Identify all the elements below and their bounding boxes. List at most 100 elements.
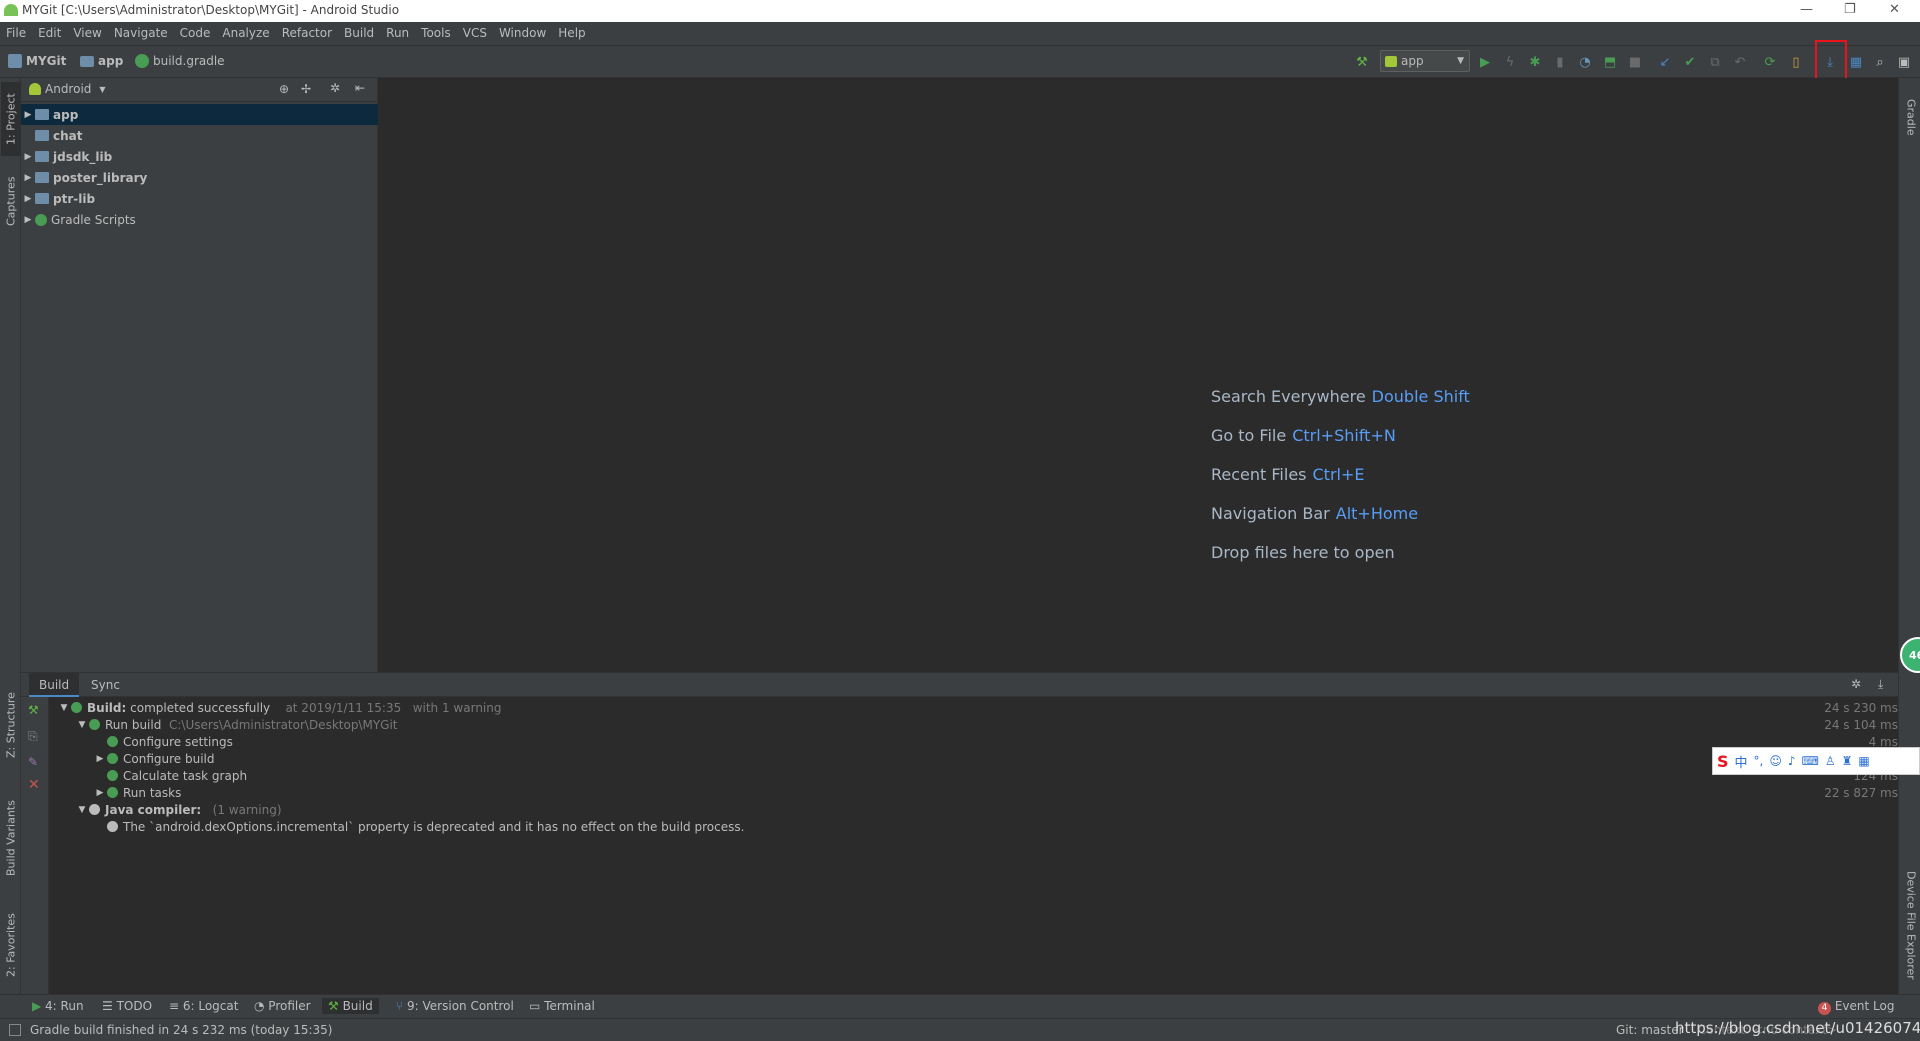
minimize-button[interactable]: — xyxy=(1800,2,1813,17)
breadcrumb-project[interactable]: MYGit xyxy=(8,54,66,68)
hide-panel-icon[interactable]: ⇤ xyxy=(355,81,365,95)
profile-icon[interactable]: ◔ xyxy=(1575,52,1595,72)
pin-icon[interactable]: ✎ xyxy=(28,755,38,769)
settings-gear-icon[interactable]: ✲ xyxy=(330,81,340,95)
tab-captures[interactable]: Captures xyxy=(1,166,21,236)
vcs-compare-icon[interactable]: ⧉ xyxy=(1705,52,1725,72)
menu-tools[interactable]: Tools xyxy=(415,22,457,40)
sync-gradle-icon[interactable]: ⟳ xyxy=(1760,52,1780,72)
expand-arrow-icon[interactable]: ▶ xyxy=(21,110,35,120)
tab-favorites[interactable]: 2: Favorites xyxy=(1,900,21,990)
run-icon[interactable]: ▶ xyxy=(1475,52,1495,72)
breadcrumb-file[interactable]: build.gradle xyxy=(135,54,225,68)
build-row-run-build[interactable]: ▼ Run build C:\Users\Administrator\Deskto… xyxy=(75,716,398,733)
keyboard-icon[interactable]: ⌨ xyxy=(1802,754,1819,768)
settings-gear-icon[interactable]: ✲ xyxy=(1851,677,1861,691)
search-icon[interactable]: ⌕ xyxy=(1870,52,1890,72)
view-selector[interactable]: Android ▼ xyxy=(29,82,106,96)
menu-vcs[interactable]: VCS xyxy=(457,22,493,40)
stop-icon[interactable]: ■ xyxy=(1625,52,1645,72)
build-row-summary[interactable]: ▼ Build: completed successfully at 2019/1… xyxy=(57,699,502,716)
skin-shirt-icon[interactable]: ♜ xyxy=(1842,754,1853,768)
tab-profiler[interactable]: ◔ Profiler xyxy=(248,998,317,1014)
tree-item-poster-library[interactable]: ▶ poster_library xyxy=(21,167,378,188)
tab-gradle[interactable]: Gradle xyxy=(1901,84,1920,150)
build-row-run-tasks[interactable]: ▶ Run tasks xyxy=(93,784,182,801)
toggle-view-icon[interactable]: ⎘ xyxy=(28,729,38,744)
toggle-tool-windows-icon[interactable] xyxy=(9,1024,21,1036)
tab-run[interactable]: ▶ 4: Run xyxy=(26,998,90,1014)
menu-build[interactable]: Build xyxy=(338,22,380,40)
git-branch-widget[interactable]: Git: master xyxy=(1616,1023,1684,1037)
build-row-warning-message[interactable]: The `android.dexOptions.incremental` pro… xyxy=(107,818,744,835)
tab-sync[interactable]: Sync xyxy=(81,673,130,697)
menu-code[interactable]: Code xyxy=(174,22,217,40)
user-account-icon[interactable]: ♙ xyxy=(1825,754,1836,768)
tab-version-control[interactable]: ⑂ 9: Version Control xyxy=(390,998,520,1014)
tab-structure[interactable]: Z: Structure xyxy=(1,684,21,766)
tab-logcat[interactable]: ≡ 6: Logcat xyxy=(163,998,244,1014)
emoji-icon[interactable]: ☺ xyxy=(1769,754,1782,768)
tree-item-chat[interactable]: chat xyxy=(21,125,378,146)
collapse-arrow-icon[interactable]: ▼ xyxy=(75,720,89,730)
collapse-arrow-icon[interactable]: ▼ xyxy=(57,703,71,713)
layout-inspector-icon[interactable]: ▦ xyxy=(1846,52,1866,72)
hide-panel-icon[interactable]: ⤓ xyxy=(1878,677,1883,692)
expand-arrow-icon[interactable]: ▶ xyxy=(21,215,35,225)
build-row-java-compiler[interactable]: ▼ Java compiler: (1 warning) xyxy=(75,801,282,818)
menu-analyze[interactable]: Analyze xyxy=(216,22,275,40)
attach-debugger-icon[interactable]: ⬒ xyxy=(1600,52,1620,72)
tab-build[interactable]: ⚒ Build xyxy=(322,998,379,1014)
breadcrumb-module[interactable]: app xyxy=(80,54,123,68)
tab-project[interactable]: 1: Project xyxy=(1,82,21,156)
build-row-calculate-task-graph[interactable]: Calculate task graph xyxy=(107,767,247,784)
menu-help[interactable]: Help xyxy=(552,22,591,40)
hammer-icon[interactable]: ⚒ xyxy=(28,703,39,717)
tree-item-ptr-lib[interactable]: ▶ ptr-lib xyxy=(21,188,378,209)
expand-arrow-icon[interactable]: ▶ xyxy=(21,173,35,183)
tab-todo[interactable]: ☰ TODO xyxy=(96,998,158,1014)
expand-arrow-icon[interactable]: ▶ xyxy=(21,194,35,204)
vcs-update-icon[interactable]: ↙ xyxy=(1655,52,1675,72)
ime-toolbar[interactable]: S 中 °, ☺ ♪ ⌨ ♙ ♜ ▦ xyxy=(1712,747,1920,775)
status-message[interactable]: Gradle build finished in 24 s 232 ms (to… xyxy=(30,1023,332,1037)
build-row-configure-build[interactable]: ▶ Configure build xyxy=(93,750,215,767)
tab-device-file-explorer[interactable]: Device File Explorer xyxy=(1901,860,1920,990)
tree-item-jdsdk-lib[interactable]: ▶ jdsdk_lib xyxy=(21,146,378,167)
collapse-arrow-icon[interactable]: ▼ xyxy=(75,805,89,815)
build-row-configure-settings[interactable]: Configure settings xyxy=(107,733,233,750)
run-config-select[interactable]: app ▼ xyxy=(1380,50,1470,72)
menu-navigate[interactable]: Navigate xyxy=(108,22,174,40)
collapse-all-icon[interactable]: ✢ xyxy=(301,82,311,96)
tab-build-output[interactable]: Build xyxy=(29,673,80,697)
menu-run[interactable]: Run xyxy=(380,22,415,40)
editor-area[interactable]: Search Everywhere Double Shift Go to File… xyxy=(378,78,1898,672)
user-icon[interactable]: ▣ xyxy=(1894,52,1914,72)
tree-item-app[interactable]: ▶ app xyxy=(21,104,378,125)
locate-icon[interactable]: ⊕ xyxy=(279,82,289,96)
toolbox-grid-icon[interactable]: ▦ xyxy=(1858,754,1869,768)
expand-arrow-icon[interactable]: ▶ xyxy=(21,152,35,162)
tab-terminal[interactable]: ▭ Terminal xyxy=(523,998,601,1014)
coverage-icon[interactable]: ▮ xyxy=(1550,52,1570,72)
close-icon[interactable]: ✕ xyxy=(28,777,40,793)
tree-item-gradle-scripts[interactable]: ▶ Gradle Scripts xyxy=(21,209,378,230)
debug-icon[interactable]: ✱ xyxy=(1525,52,1545,72)
menu-window[interactable]: Window xyxy=(493,22,552,40)
expand-arrow-icon[interactable]: ▶ xyxy=(93,754,107,764)
expand-arrow-icon[interactable]: ▶ xyxy=(93,788,107,798)
punctuation-icon[interactable]: °, xyxy=(1754,754,1764,768)
microphone-icon[interactable]: ♪ xyxy=(1788,754,1796,768)
vcs-revert-icon[interactable]: ↶ xyxy=(1730,52,1750,72)
apply-changes-icon[interactable]: ϟ xyxy=(1500,52,1520,72)
event-log-button[interactable]: 4 Event Log xyxy=(1812,998,1900,1016)
avd-manager-icon[interactable]: ▯ xyxy=(1786,52,1806,72)
menu-edit[interactable]: Edit xyxy=(32,22,67,40)
tab-build-variants[interactable]: Build Variants xyxy=(1,790,21,886)
restore-button[interactable]: ❐ xyxy=(1844,2,1856,17)
hammer-make-icon[interactable]: ⚒ xyxy=(1352,52,1372,72)
menu-refactor[interactable]: Refactor xyxy=(276,22,338,40)
menu-file[interactable]: File xyxy=(0,22,32,40)
close-button[interactable]: ✕ xyxy=(1889,2,1900,17)
vcs-commit-icon[interactable]: ✔ xyxy=(1680,52,1700,72)
